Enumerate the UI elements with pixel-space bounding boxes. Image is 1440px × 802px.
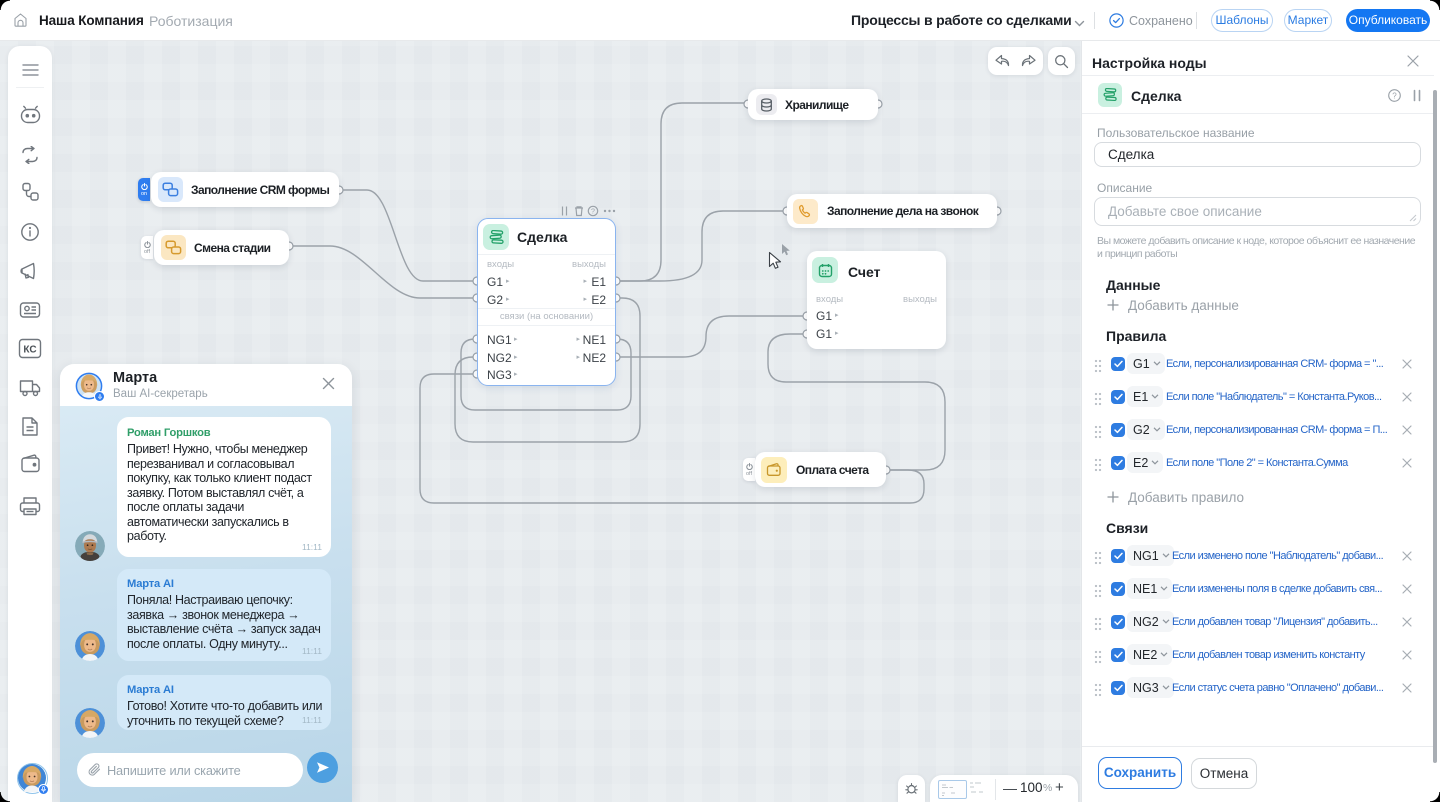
- svg-text:КС: КС: [23, 345, 36, 356]
- svg-text:?: ?: [591, 209, 595, 216]
- svg-text:?: ?: [1392, 91, 1397, 100]
